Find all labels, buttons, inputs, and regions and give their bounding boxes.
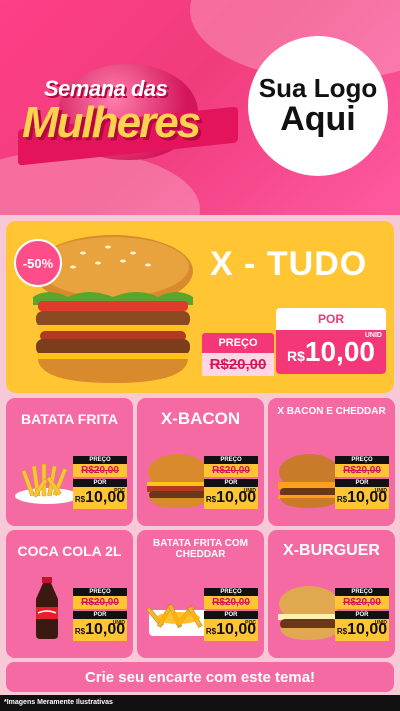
product-card[interactable]: BATATA FRITA PREÇO R$20,00 POR R$10,00 PO… (6, 398, 133, 526)
new-price: R$10,00 POÇ (204, 619, 258, 641)
old-price-tag: PREÇO R$20,00 (202, 333, 274, 376)
por-label: POR (73, 479, 127, 487)
currency: R$ (336, 495, 348, 504)
title-line2: Mulheres (22, 98, 201, 147)
new-price: R$10,00 UNID (335, 619, 389, 641)
unit-label: UNID (243, 488, 256, 494)
por-label: POR (204, 611, 258, 619)
new-price-tag: POR R$10,00 UNID (276, 308, 386, 380)
soda-bottle-image (36, 577, 58, 639)
new-price: R$10,00 UNID (276, 330, 386, 374)
product-name: X-BACON (160, 409, 241, 428)
disclaimer: *Imagens Meramente Ilustrativas (0, 695, 400, 711)
product-name: BATATA FRITA COM CHEDDAR (153, 538, 248, 560)
logo-text-line2: Aqui (280, 99, 356, 138)
new-price: R$10,00 UNID (204, 487, 258, 509)
old-price: R$20,00 (73, 464, 127, 477)
preco-label: PREÇO (204, 456, 258, 464)
product-name: X BACON E CHEDDAR (277, 406, 386, 417)
product-card[interactable]: BATATA FRITA COM CHEDDAR PREÇO R$20,00 P… (137, 530, 264, 658)
cta-banner[interactable]: Crie seu encarte com este tema! (6, 662, 394, 692)
burger-image (278, 454, 340, 508)
featured-name: X - TUDO (210, 245, 368, 283)
discount-badge: -50% (14, 239, 62, 287)
unit-label: UNID (374, 620, 387, 626)
price-value: 10,00 (304, 336, 375, 367)
unit-label: UNID (374, 488, 387, 494)
old-price: R$20,00 (202, 353, 274, 376)
featured-product[interactable]: -50% X - TUDO PREÇO R$20,00 POR R$10,00 … (6, 221, 394, 393)
cheddar-fries-image (146, 603, 207, 636)
product-name: COCA COLA 2L (17, 543, 122, 559)
por-label: POR (276, 308, 386, 330)
price-tag: PREÇO R$20,00 POR R$10,00 UNID (335, 456, 389, 509)
old-price: R$20,00 (335, 464, 389, 477)
currency: R$ (336, 627, 348, 636)
new-price: R$10,00 POÇ (73, 487, 127, 509)
unit-label: UNID (364, 332, 382, 339)
logo-placeholder[interactable]: Sua Logo Aqui (248, 36, 388, 176)
old-price: R$20,00 (335, 596, 389, 609)
logo-text-line1: Sua Logo (258, 72, 378, 103)
unit-label: POÇ (245, 620, 256, 626)
currency: R$ (74, 495, 86, 504)
price-tag: PREÇO R$20,00 POR R$10,00 POÇ (73, 456, 127, 509)
product-card[interactable]: X-BURGUER PREÇO R$20,00 POR R$10,00 UNID (268, 530, 395, 658)
fries-image (15, 463, 79, 504)
preco-label: PREÇO (335, 588, 389, 596)
currency: R$ (287, 348, 305, 364)
new-price: R$10,00 UNID (335, 487, 389, 509)
por-label: POR (335, 479, 389, 487)
product-name: BATATA FRITA (21, 411, 118, 427)
new-price: R$10,00 UNID (73, 619, 127, 641)
burger-image (147, 454, 209, 508)
header-banner: Semana das Mulheres Sua Logo Aqui (0, 0, 400, 215)
product-card[interactable]: X-BACON PREÇO R$20,00 POR R$10,00 UNID (137, 398, 264, 526)
currency: R$ (74, 627, 86, 636)
price-tag: PREÇO R$20,00 POR R$10,00 UNID (204, 456, 258, 509)
preco-label: PREÇO (204, 588, 258, 596)
unit-label: POÇ (114, 488, 125, 494)
product-card[interactable]: COCA COLA 2L PREÇO R$20,00 POR R$10,00 UN… (6, 530, 133, 658)
product-name: X-BURGUER (283, 542, 380, 559)
unit-label: UNID (112, 620, 125, 626)
preco-label: PREÇO (73, 588, 127, 596)
por-label: POR (73, 611, 127, 619)
old-price: R$20,00 (204, 464, 258, 477)
preco-label: PREÇO (202, 333, 274, 353)
price-tag: PREÇO R$20,00 POR R$10,00 UNID (335, 588, 389, 641)
por-label: POR (335, 611, 389, 619)
currency: R$ (205, 627, 217, 636)
por-label: POR (204, 479, 258, 487)
campaign-title: Semana das Mulheres (18, 58, 238, 168)
currency: R$ (205, 495, 217, 504)
price-tag: PREÇO R$20,00 POR R$10,00 UNID (73, 588, 127, 641)
preco-label: PREÇO (335, 456, 389, 464)
product-card[interactable]: X BACON E CHEDDAR PREÇO R$20,00 POR R$10… (268, 398, 395, 526)
old-price: R$20,00 (204, 596, 258, 609)
old-price: R$20,00 (73, 596, 127, 609)
price-tag: PREÇO R$20,00 POR R$10,00 POÇ (204, 588, 258, 641)
burger-image (278, 586, 340, 640)
preco-label: PREÇO (73, 456, 127, 464)
